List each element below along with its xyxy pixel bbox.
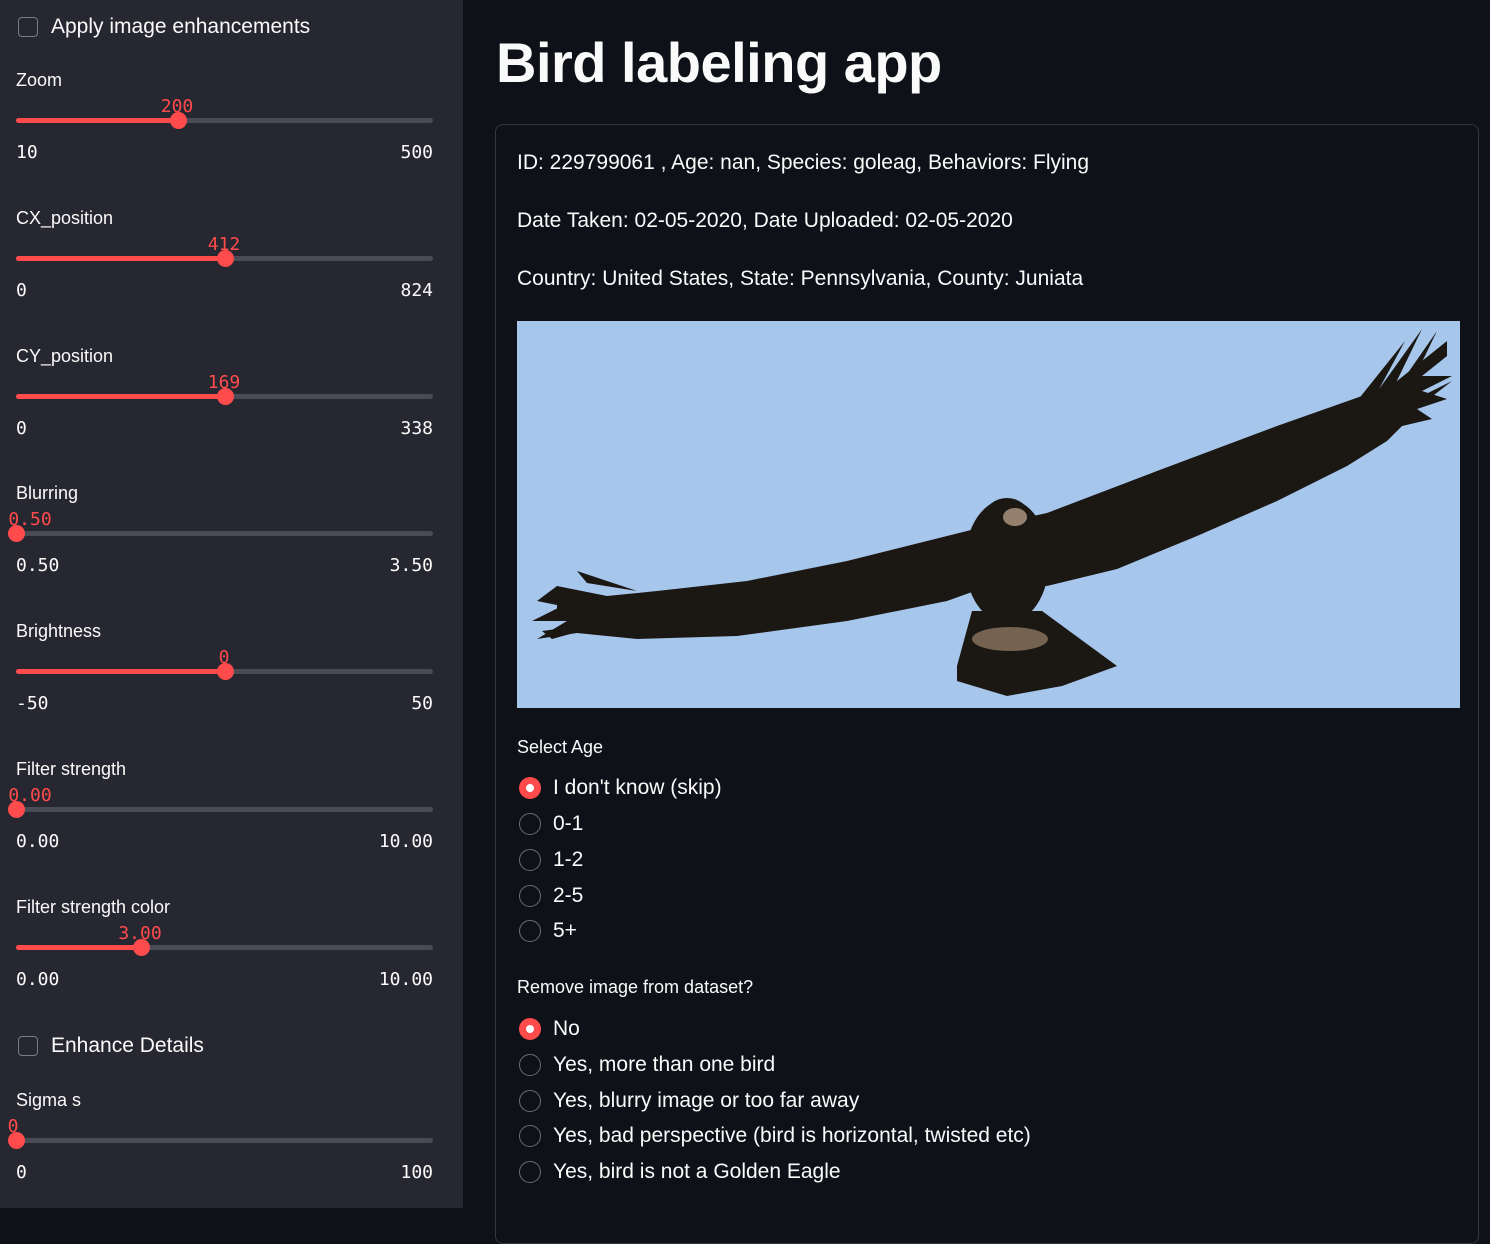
slider-track[interactable] [8, 1132, 433, 1149]
slider-max: 3.50 [389, 555, 433, 576]
radio-button[interactable] [519, 1018, 541, 1040]
slider-min: -50 [16, 693, 49, 714]
radio-button[interactable] [519, 885, 541, 907]
slider-track[interactable] [16, 663, 433, 680]
apply-enhancements-checkbox[interactable]: Apply image enhancements [18, 15, 310, 39]
slider-label: CY_position [16, 346, 114, 366]
slider-label: Zoom [16, 70, 63, 90]
slider-max: 100 [400, 1162, 433, 1183]
remove-option-no[interactable]: No [519, 1017, 580, 1041]
slider-thumb[interactable] [169, 112, 187, 129]
slider-filter-strength-color[interactable]: Filter strength color 3.00 0.00 10.00 [0, 897, 463, 1027]
slider-filter-strength[interactable]: Filter strength 0.00 0.00 10.00 [0, 759, 463, 889]
slider-thumb[interactable] [8, 1132, 25, 1149]
enhance-details-checkbox[interactable]: Enhance Details [18, 1034, 204, 1058]
slider-fill [16, 256, 225, 261]
info-id-line: ID: 229799061 , Age: nan, Species: golea… [517, 151, 1090, 174]
slider-min: 0.50 [16, 555, 60, 576]
age-option-dont-know[interactable]: I don't know (skip) [519, 776, 722, 800]
remove-option-not-golden-eagle[interactable]: Yes, bird is not a Golden Eagle [519, 1160, 841, 1184]
slider-thumb[interactable] [216, 250, 234, 267]
radio-label: 5+ [553, 919, 577, 942]
slider-label: CX_position [16, 208, 114, 228]
slider-label: Sigma s [16, 1090, 82, 1110]
remove-option-more-than-one-bird[interactable]: Yes, more than one bird [519, 1053, 775, 1077]
slider-track[interactable] [16, 388, 433, 405]
slider-fill [16, 394, 225, 399]
radio-button[interactable] [519, 1125, 541, 1147]
slider-max: 824 [400, 280, 433, 301]
slider-label: Brightness [16, 621, 102, 641]
slider-min: 10 [16, 142, 38, 163]
slider-label: Blurring [16, 483, 79, 503]
slider-fill [16, 669, 225, 674]
slider-sigma-s[interactable]: Sigma s 0 0 100 [0, 1090, 463, 1208]
sidebar: Apply image enhancements Zoom 200 10 500… [0, 0, 463, 1208]
radio-button[interactable] [519, 813, 541, 835]
eagle-silhouette [532, 329, 1452, 696]
checkbox-box[interactable] [18, 17, 38, 37]
age-option-1-2[interactable]: 1-2 [519, 848, 583, 872]
slider-blurring[interactable]: Blurring 0.50 0.50 3.50 [0, 483, 463, 613]
slider-fill [16, 118, 178, 123]
bird-image [517, 321, 1460, 708]
slider-thumb[interactable] [216, 663, 234, 680]
slider-max: 338 [400, 418, 433, 439]
radio-label: I don't know (skip) [553, 776, 722, 799]
slider-min: 0 [16, 1162, 27, 1183]
radio-label: Yes, blurry image or too far away [553, 1089, 860, 1112]
page-title: Bird labeling app [496, 31, 942, 94]
radio-label: Yes, bad perspective (bird is horizontal… [553, 1124, 1031, 1147]
radio-button[interactable] [519, 920, 541, 942]
slider-thumb[interactable] [8, 801, 25, 818]
radio-button[interactable] [519, 1090, 541, 1112]
radio-label: 1-2 [553, 848, 584, 871]
slider-thumb[interactable] [133, 939, 151, 956]
slider-max: 50 [411, 693, 433, 714]
slider-min: 0 [16, 418, 27, 439]
age-option-2-5[interactable]: 2-5 [519, 884, 583, 908]
checkbox-box[interactable] [18, 1036, 38, 1056]
remove-option-blurry[interactable]: Yes, blurry image or too far away [519, 1089, 859, 1113]
radio-label: Yes, more than one bird [553, 1053, 776, 1076]
slider-min: 0.00 [16, 969, 60, 990]
age-question: Select Age [517, 737, 604, 757]
slider-track[interactable] [16, 250, 433, 267]
radio-label: 0-1 [553, 812, 584, 835]
slider-thumb[interactable] [216, 388, 234, 405]
slider-label: Filter strength color [16, 897, 171, 917]
slider-cy-position[interactable]: CY_position 169 0 338 [0, 346, 463, 476]
radio-button[interactable] [519, 849, 541, 871]
slider-thumb[interactable] [8, 525, 25, 542]
info-date-line: Date Taken: 02-05-2020, Date Uploaded: 0… [517, 209, 1013, 232]
slider-min: 0 [16, 280, 27, 301]
radio-button[interactable] [519, 1161, 541, 1183]
apply-enhancements-label: Apply image enhancements [51, 15, 311, 38]
info-location-line: Country: United States, State: Pennsylva… [517, 267, 1084, 290]
age-option-0-1[interactable]: 0-1 [519, 812, 583, 836]
radio-button[interactable] [519, 777, 541, 799]
slider-min: 0.00 [16, 831, 60, 852]
slider-track[interactable] [16, 939, 433, 956]
slider-max: 10.00 [378, 969, 433, 990]
slider-max: 500 [400, 142, 433, 163]
remove-question: Remove image from dataset? [517, 977, 754, 997]
radio-button[interactable] [519, 1054, 541, 1076]
slider-fill [16, 945, 142, 950]
slider-track[interactable] [16, 112, 433, 129]
radio-label: 2-5 [553, 884, 584, 907]
enhance-details-label: Enhance Details [51, 1034, 204, 1057]
slider-cx-position[interactable]: CX_position 412 0 824 [0, 208, 463, 338]
radio-label: Yes, bird is not a Golden Eagle [553, 1160, 841, 1183]
slider-track[interactable] [8, 525, 433, 542]
remove-option-bad-perspective[interactable]: Yes, bad perspective (bird is horizontal… [519, 1124, 1031, 1148]
slider-track[interactable] [8, 801, 433, 818]
slider-brightness[interactable]: Brightness 0 -50 50 [0, 621, 463, 751]
age-option-5-plus[interactable]: 5+ [519, 919, 577, 943]
slider-zoom[interactable]: Zoom 200 10 500 [0, 70, 463, 200]
slider-max: 10.00 [378, 831, 433, 852]
radio-label: No [553, 1017, 580, 1040]
slider-label: Filter strength [16, 759, 127, 779]
